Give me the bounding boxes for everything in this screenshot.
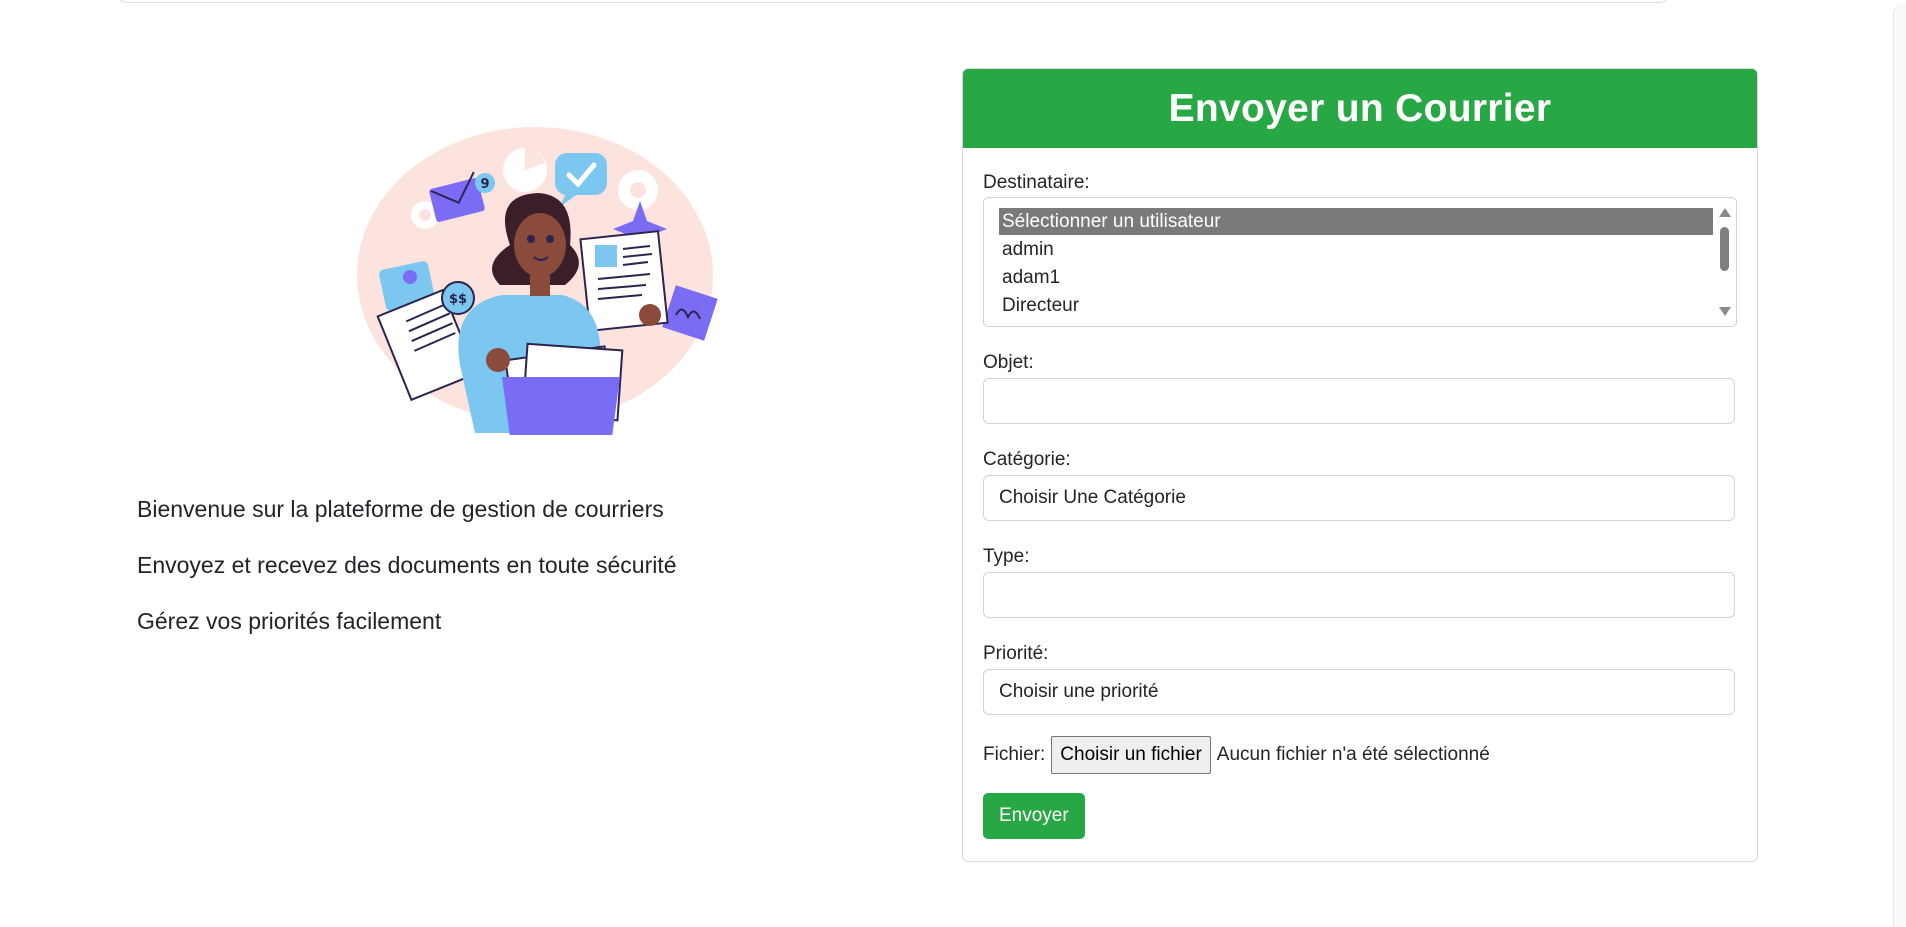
- recipient-option[interactable]: Directeur: [999, 292, 1713, 319]
- scroll-down-arrow-icon[interactable]: [1719, 307, 1731, 316]
- choose-file-button[interactable]: Choisir un fichier: [1051, 736, 1211, 774]
- recipient-option[interactable]: adam1: [999, 264, 1713, 291]
- intro-line-secure: Envoyez et recevez des documents en tout…: [137, 552, 677, 578]
- recipient-label: Destinataire:: [983, 172, 1090, 193]
- priority-select[interactable]: Choisir une priorité: [983, 669, 1735, 715]
- recipient-scrollbar[interactable]: [1714, 198, 1736, 326]
- scrollbar-thumb[interactable]: [1720, 227, 1729, 271]
- intro-line-welcome: Bienvenue sur la plateforme de gestion d…: [137, 496, 664, 522]
- hand-right: [639, 304, 661, 326]
- send-button[interactable]: Envoyer: [983, 793, 1085, 839]
- browser-top-strip: [0, 0, 1906, 8]
- send-mail-card: Envoyer un Courrier Destinataire: Sélect…: [962, 68, 1758, 862]
- subject-input[interactable]: [983, 378, 1735, 424]
- category-select[interactable]: Choisir Une Catégorie: [983, 475, 1735, 521]
- mail-management-illustration: 9 $$: [357, 127, 718, 435]
- card-title: Envoyer un Courrier: [963, 69, 1757, 148]
- file-status-text: Aucun fichier n'a été sélectionné: [1216, 744, 1490, 765]
- category-label: Catégorie:: [983, 449, 1071, 470]
- intro-line-priorities: Gérez vos priorités facilement: [137, 608, 442, 634]
- recipient-select[interactable]: Sélectionner un utilisateur admin adam1 …: [983, 197, 1737, 327]
- pie-chart-icon: [503, 148, 547, 192]
- scroll-up-arrow-icon[interactable]: [1719, 208, 1731, 217]
- recipient-option[interactable]: Sélectionner un utilisateur: [999, 208, 1713, 235]
- recipient-option[interactable]: admin: [999, 236, 1713, 263]
- folder-icon: [502, 342, 624, 435]
- subject-label: Objet:: [983, 352, 1034, 373]
- gear-icon-right: [618, 170, 658, 210]
- top-bar-edge: [115, 0, 1672, 3]
- hand-left: [486, 348, 510, 372]
- type-label: Type:: [983, 546, 1030, 567]
- file-upload-row: Fichier: Choisir un fichier Aucun fichie…: [983, 736, 1490, 774]
- type-input[interactable]: [983, 572, 1735, 618]
- file-label: Fichier:: [983, 744, 1046, 765]
- envelope-badge-count: 9: [480, 177, 489, 192]
- money-tag-label: $$: [449, 292, 467, 307]
- window-right-edge: [1893, 4, 1906, 927]
- priority-label: Priorité:: [983, 643, 1049, 664]
